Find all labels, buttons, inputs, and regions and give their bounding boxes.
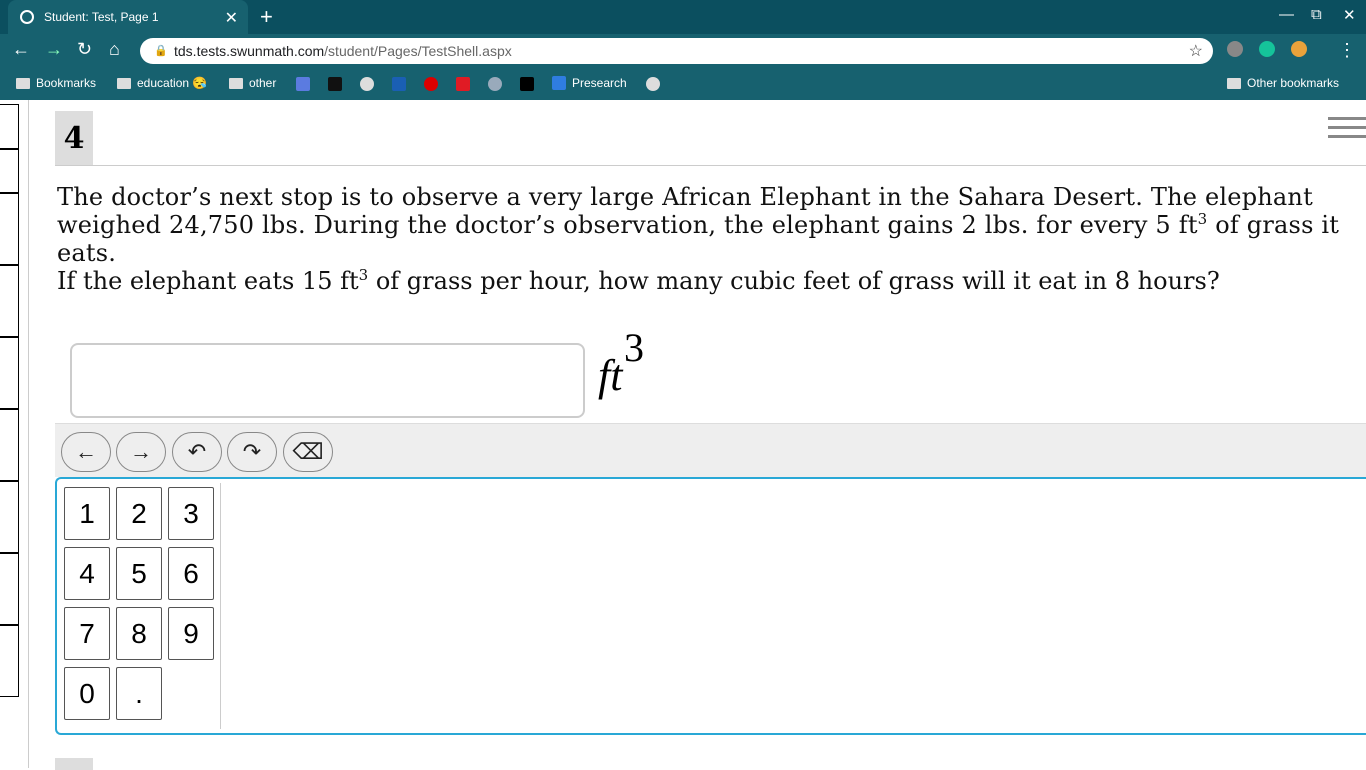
globe-icon xyxy=(20,10,34,24)
bookmark-label: education 😪 xyxy=(137,76,208,90)
home-button[interactable]: ⌂ xyxy=(109,39,120,60)
profile-avatar[interactable] xyxy=(1291,41,1307,57)
tab-title: Student: Test, Page 1 xyxy=(44,10,159,24)
bookmark-label: Bookmarks xyxy=(36,76,97,90)
address-bar[interactable]: 🔒 tds.tests.swunmath.com/student/Pages/Te… xyxy=(140,38,1213,64)
next-question-header xyxy=(55,758,93,770)
answer-input[interactable] xyxy=(70,343,585,418)
presearch-icon xyxy=(552,76,566,90)
bookmark-label: Presearch xyxy=(572,76,627,90)
folder-icon xyxy=(16,77,30,89)
question-stem: The doctor’s next stop is to observe a v… xyxy=(57,183,1340,267)
key-7[interactable]: 7 xyxy=(64,607,110,660)
editor-toolbar: ← → ↶ ↷ ⌫ xyxy=(55,423,1366,477)
bookmarks-bar: Bookmarks education 😪 other Presearch Ot… xyxy=(0,68,1366,100)
redo-button[interactable]: ↷ xyxy=(227,432,277,472)
tab-bar: Student: Test, Page 1 ✕ + — ⧉ ✕ xyxy=(0,0,1366,34)
key-6[interactable]: 6 xyxy=(168,547,214,600)
key-3[interactable]: 3 xyxy=(168,487,214,540)
bookmark-icon[interactable] xyxy=(456,77,470,91)
lock-icon: 🔒 xyxy=(154,45,168,57)
bookmark-icon[interactable] xyxy=(392,77,406,91)
key-0[interactable]: 0 xyxy=(64,667,110,720)
bookmark-u-icon[interactable] xyxy=(424,77,438,91)
delete-button[interactable]: ⌫ xyxy=(283,432,333,472)
key-5[interactable]: 5 xyxy=(116,547,162,600)
other-bookmarks[interactable]: Other bookmarks xyxy=(1227,76,1339,90)
browser-toolbar: ← → ↻ ⌂ 🔒 tds.tests.swunmath.com/student/… xyxy=(0,34,1366,68)
bookmark-presearch[interactable]: Presearch xyxy=(552,76,627,90)
cursor-right-button[interactable]: → xyxy=(116,432,166,472)
close-tab-icon[interactable]: ✕ xyxy=(225,8,238,28)
shield-extension-icon[interactable] xyxy=(1227,41,1243,57)
globe-icon[interactable] xyxy=(646,77,660,91)
grammarly-icon[interactable] xyxy=(1259,41,1275,57)
unit-label: ft xyxy=(598,351,623,400)
folder-icon xyxy=(229,77,243,89)
browser-tab[interactable]: Student: Test, Page 1 ✕ xyxy=(8,0,248,34)
unit-exponent: 3 xyxy=(624,325,644,370)
key-4[interactable]: 4 xyxy=(64,547,110,600)
cursor-left-button[interactable]: ← xyxy=(61,432,111,472)
bookmark-label: other xyxy=(249,76,277,90)
url-path: /student/Pages/TestShell.aspx xyxy=(324,43,512,59)
test-page: 4 The doctor’s next stop is to observe a… xyxy=(0,100,1366,770)
star-icon[interactable]: ☆ xyxy=(1189,41,1203,61)
globe-icon[interactable] xyxy=(360,77,374,91)
folder-icon xyxy=(1227,77,1241,89)
keypad: 1 2 3 4 5 6 7 8 9 0 . xyxy=(55,477,1366,735)
close-window-button[interactable]: ✕ xyxy=(1343,6,1356,24)
bookmark-b-icon[interactable] xyxy=(520,77,534,91)
key-2[interactable]: 2 xyxy=(116,487,162,540)
key-decimal[interactable]: . xyxy=(116,667,162,720)
restore-button[interactable]: ⧉ xyxy=(1311,6,1322,23)
key-8[interactable]: 8 xyxy=(116,607,162,660)
bookmark-folder[interactable]: other xyxy=(229,76,276,90)
reload-button[interactable]: ↻ xyxy=(77,39,92,60)
key-9[interactable]: 9 xyxy=(168,607,214,660)
divider xyxy=(220,483,221,729)
minimize-button[interactable]: — xyxy=(1279,6,1294,23)
bookmark-icon[interactable] xyxy=(488,77,502,91)
divider xyxy=(28,100,29,768)
question-nav-table[interactable] xyxy=(0,104,19,697)
divider xyxy=(55,165,1366,166)
question-menu-button[interactable] xyxy=(1328,117,1366,144)
menu-icon[interactable]: ⋮ xyxy=(1338,40,1356,61)
forward-button[interactable]: → xyxy=(45,39,63,60)
question-prompt: If the elephant eats 15 ft3 of grass per… xyxy=(57,266,1220,295)
url-host: tds.tests.swunmath.com xyxy=(174,43,325,59)
question-number: 4 xyxy=(55,111,93,165)
bookmark-label: Other bookmarks xyxy=(1247,76,1340,90)
folder-icon xyxy=(117,77,131,89)
bookmark-icon[interactable] xyxy=(328,77,342,91)
bookmark-m-icon[interactable] xyxy=(296,77,310,91)
key-1[interactable]: 1 xyxy=(64,487,110,540)
back-button[interactable]: ← xyxy=(12,39,30,60)
new-tab-button[interactable]: + xyxy=(260,4,273,30)
bookmark-folder[interactable]: education 😪 xyxy=(117,76,207,90)
bookmark-folder[interactable]: Bookmarks xyxy=(16,76,96,90)
undo-button[interactable]: ↶ xyxy=(172,432,222,472)
